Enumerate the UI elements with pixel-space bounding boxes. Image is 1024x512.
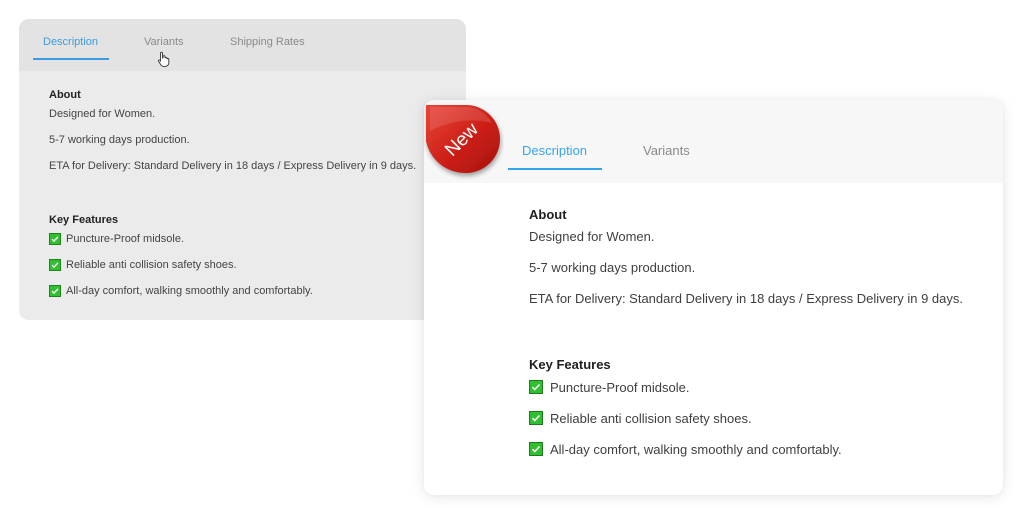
feature-item: Reliable anti collision safety shoes. xyxy=(49,257,313,273)
feature-item: All-day comfort, walking smoothly and co… xyxy=(49,283,313,299)
checkbox-checked-icon xyxy=(49,259,61,271)
hand-pointer-icon xyxy=(157,51,170,67)
old-product-info-panel: Description Variants Shipping Rates Abou… xyxy=(19,19,466,320)
about-line: 5-7 working days production. xyxy=(529,260,696,275)
checkbox-checked-icon xyxy=(529,380,543,394)
about-section: About Designed for Women. 5-7 working da… xyxy=(49,89,416,184)
tab-variants[interactable]: Variants xyxy=(643,143,690,158)
checkbox-checked-icon xyxy=(49,233,61,245)
about-line: ETA for Delivery: Standard Delivery in 1… xyxy=(529,291,963,306)
feature-text: Puncture-Proof midsole. xyxy=(66,233,184,245)
feature-text: Reliable anti collision safety shoes. xyxy=(550,410,752,426)
about-line: ETA for Delivery: Standard Delivery in 1… xyxy=(49,160,417,172)
new-badge: New xyxy=(426,105,500,174)
feature-item: All-day comfort, walking smoothly and co… xyxy=(529,441,842,457)
feature-item: Puncture-Proof midsole. xyxy=(49,231,313,247)
about-heading: About xyxy=(49,89,81,101)
tab-description[interactable]: Description xyxy=(522,143,587,158)
tab-bar: Description Variants xyxy=(424,100,1003,183)
about-line: Designed for Women. xyxy=(49,108,156,120)
feature-item: Puncture-Proof midsole. xyxy=(529,379,842,395)
tab-description[interactable]: Description xyxy=(43,36,98,48)
key-features-heading: Key Features xyxy=(529,357,611,372)
about-line: Designed for Women. xyxy=(529,229,655,244)
about-line: 5-7 working days production. xyxy=(49,134,190,146)
key-features-heading: Key Features xyxy=(49,214,119,226)
about-heading: About xyxy=(529,207,567,222)
key-features-section: Key Features Puncture-Proof midsole. Rel… xyxy=(529,357,842,472)
feature-text: Puncture-Proof midsole. xyxy=(550,379,690,395)
active-tab-indicator xyxy=(508,168,602,170)
active-tab-indicator xyxy=(33,58,109,60)
tab-shipping-rates[interactable]: Shipping Rates xyxy=(230,36,305,48)
tab-variants[interactable]: Variants xyxy=(144,36,184,48)
feature-text: All-day comfort, walking smoothly and co… xyxy=(66,285,313,297)
key-features-section: Key Features Puncture-Proof midsole. Rel… xyxy=(49,214,313,309)
feature-item: Reliable anti collision safety shoes. xyxy=(529,410,842,426)
checkbox-checked-icon xyxy=(529,442,543,456)
new-product-info-panel: Description Variants About Designed for … xyxy=(424,100,1003,495)
about-section: About Designed for Women. 5-7 working da… xyxy=(529,207,963,322)
tab-bar: Description Variants Shipping Rates xyxy=(19,19,466,71)
feature-text: All-day comfort, walking smoothly and co… xyxy=(550,441,842,457)
checkbox-checked-icon xyxy=(529,411,543,425)
feature-text: Reliable anti collision safety shoes. xyxy=(66,259,237,271)
checkbox-checked-icon xyxy=(49,285,61,297)
